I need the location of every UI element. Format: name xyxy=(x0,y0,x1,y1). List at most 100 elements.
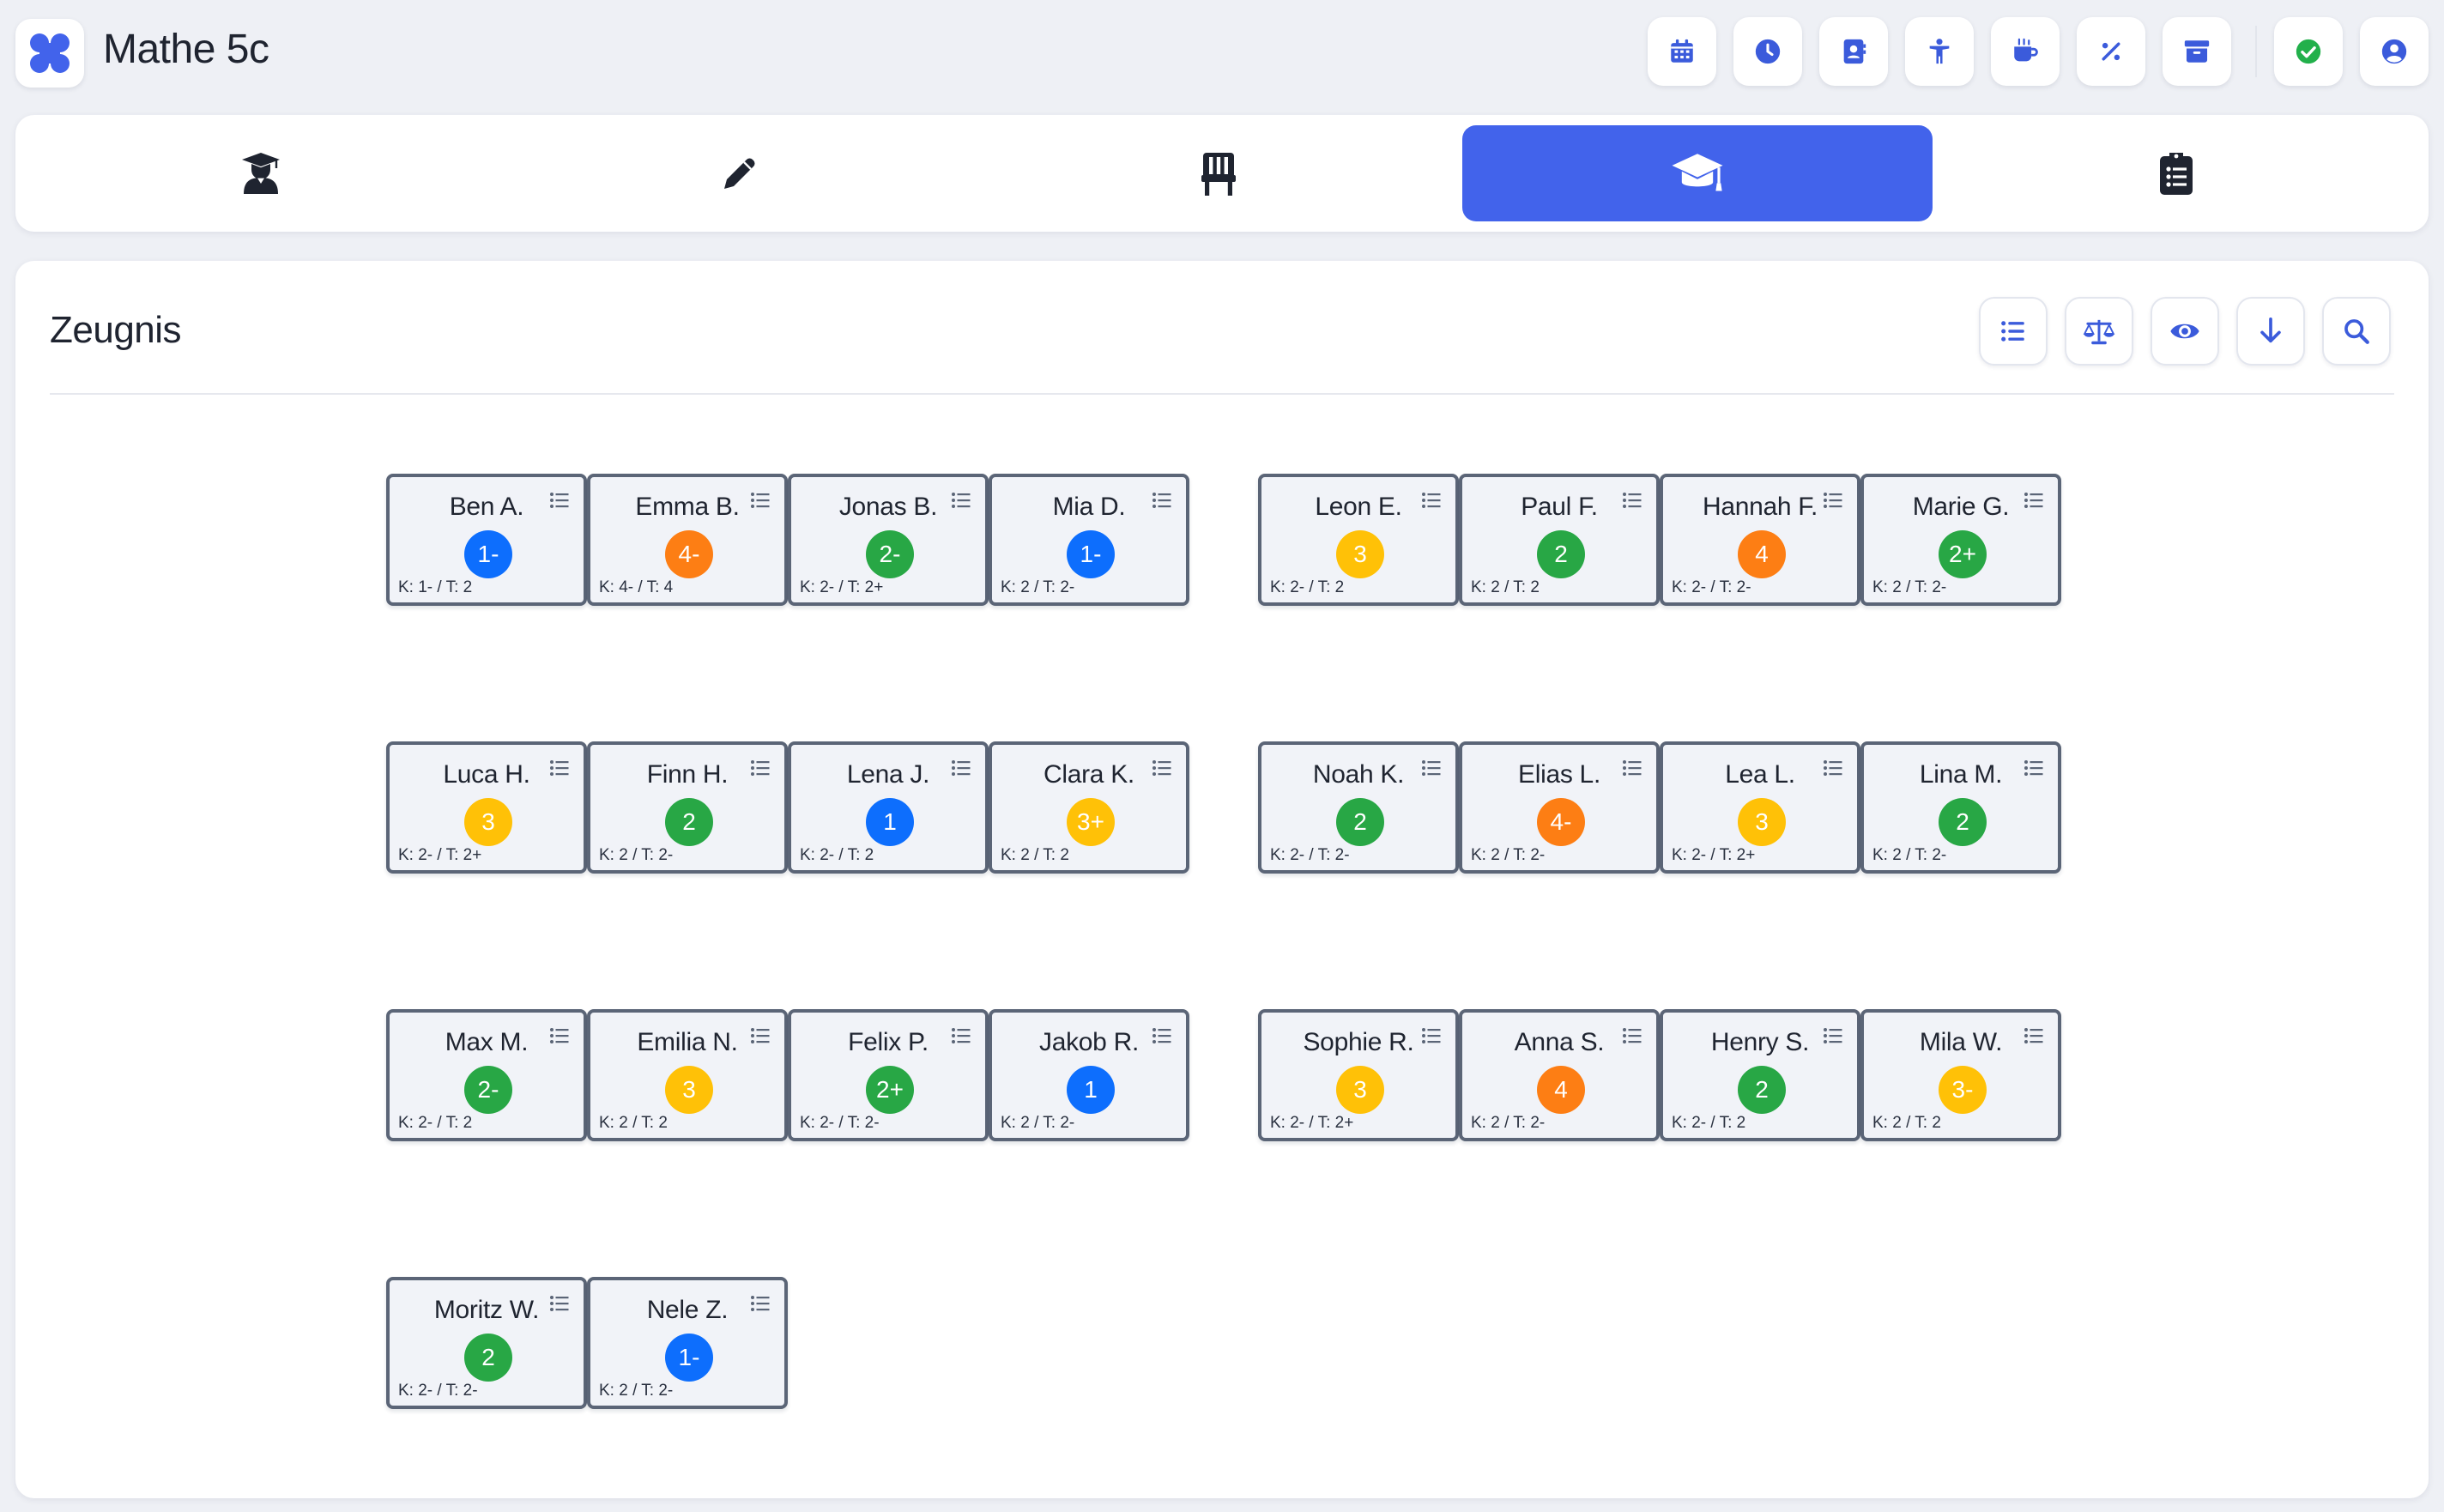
details-list-icon[interactable] xyxy=(951,759,971,777)
person-button[interactable] xyxy=(1905,17,1974,86)
student-seat-card[interactable]: Finn H. 2 K: 2 / T: 2- xyxy=(587,741,788,874)
grade-badge: 3 xyxy=(1336,530,1384,578)
details-list-icon[interactable] xyxy=(1622,491,1642,510)
grade-badge: 2 xyxy=(1738,1066,1786,1114)
details-list-icon[interactable] xyxy=(2024,759,2044,777)
details-list-icon[interactable] xyxy=(549,1026,570,1045)
search-button[interactable] xyxy=(2322,297,2391,366)
student-seat-card[interactable]: Marie G. 2+ K: 2 / T: 2- xyxy=(1860,474,2061,606)
user-account-icon xyxy=(2381,39,2407,64)
user-account-button[interactable] xyxy=(2360,17,2429,86)
grade-badge: 1- xyxy=(464,530,512,578)
weighting-button[interactable] xyxy=(2065,297,2133,366)
grade-badge: 1 xyxy=(866,798,914,846)
student-seat-card[interactable]: Elias L. 4- K: 2 / T: 2- xyxy=(1459,741,1660,874)
student-seat-card[interactable]: Paul F. 2 K: 2 / T: 2 xyxy=(1459,474,1660,606)
details-list-icon[interactable] xyxy=(750,1026,771,1045)
grade-breakdown: K: 2 / T: 2 xyxy=(1872,1114,1941,1132)
grade-badge: 4 xyxy=(1738,530,1786,578)
student-seat-card[interactable]: Nele Z. 1- K: 2 / T: 2- xyxy=(587,1277,788,1409)
student-seat-card[interactable]: Ben A. 1- K: 1- / T: 2 xyxy=(386,474,587,606)
clock-button[interactable] xyxy=(1733,17,1802,86)
student-seat-card[interactable]: Lina M. 2 K: 2 / T: 2- xyxy=(1860,741,2061,874)
details-list-icon[interactable] xyxy=(1823,1026,1843,1045)
download-arrow-icon xyxy=(2260,317,2281,343)
student-seat-card[interactable]: Hannah F. 4 K: 2- / T: 2- xyxy=(1660,474,1860,606)
student-seat-card[interactable]: Moritz W. 2 K: 2- / T: 2- xyxy=(386,1277,587,1409)
student-seat-card[interactable]: Emilia N. 3 K: 2 / T: 2 xyxy=(587,1009,788,1141)
details-list-icon[interactable] xyxy=(2024,1026,2044,1045)
grade-breakdown: K: 2 / T: 2 xyxy=(599,1114,668,1132)
student-seat-card[interactable]: Henry S. 2 K: 2- / T: 2 xyxy=(1660,1009,1860,1141)
student-seat-card[interactable]: Noah K. 2 K: 2- / T: 2- xyxy=(1258,741,1459,874)
list-view-button[interactable] xyxy=(1979,297,2048,366)
details-list-icon[interactable] xyxy=(951,1026,971,1045)
grade-breakdown: K: 2- / T: 2- xyxy=(1270,846,1350,864)
details-list-icon[interactable] xyxy=(1152,759,1172,777)
app-logo-icon[interactable] xyxy=(15,19,84,88)
details-list-icon[interactable] xyxy=(750,759,771,777)
grade-badge: 2 xyxy=(1537,530,1585,578)
student-seat-card[interactable]: Lea L. 3 K: 2- / T: 2+ xyxy=(1660,741,1860,874)
eye-icon xyxy=(2170,324,2199,339)
details-list-icon[interactable] xyxy=(750,491,771,510)
calendar-button[interactable] xyxy=(1648,17,1716,86)
student-seat-card[interactable]: Clara K. 3+ K: 2 / T: 2 xyxy=(989,741,1189,874)
check-status-icon xyxy=(2296,39,2321,64)
student-seat-card[interactable]: Sophie R. 3 K: 2- / T: 2+ xyxy=(1258,1009,1459,1141)
details-list-icon[interactable] xyxy=(1421,1026,1442,1045)
grade-badge: 4- xyxy=(665,530,713,578)
tab-edit[interactable] xyxy=(505,125,975,221)
student-seat-card[interactable]: Lena J. 1 K: 2- / T: 2 xyxy=(788,741,989,874)
coffee-button[interactable] xyxy=(1991,17,2060,86)
grade-breakdown: K: 2 / T: 2- xyxy=(1471,1114,1546,1132)
student-seat-card[interactable]: Max M. 2- K: 2- / T: 2 xyxy=(386,1009,587,1141)
tab-clipboard[interactable] xyxy=(1941,125,2411,221)
grade-breakdown: K: 2- / T: 2 xyxy=(800,846,874,864)
grade-badge: 3 xyxy=(464,798,512,846)
percent-button[interactable] xyxy=(2077,17,2145,86)
student-seat-card[interactable]: Emma B. 4- K: 4- / T: 4 xyxy=(587,474,788,606)
grade-badge: 2 xyxy=(464,1334,512,1382)
details-list-icon[interactable] xyxy=(549,1294,570,1313)
grade-breakdown: K: 2- / T: 2+ xyxy=(1672,846,1756,864)
details-list-icon[interactable] xyxy=(1823,491,1843,510)
details-list-icon[interactable] xyxy=(1421,759,1442,777)
student-seat-card[interactable]: Luca H. 3 K: 2- / T: 2+ xyxy=(386,741,587,874)
contacts-button[interactable] xyxy=(1819,17,1888,86)
details-list-icon[interactable] xyxy=(2024,491,2044,510)
archive-button[interactable] xyxy=(2163,17,2231,86)
tab-seating[interactable] xyxy=(983,125,1454,221)
details-list-icon[interactable] xyxy=(549,759,570,777)
student-seat-card[interactable]: Leon E. 3 K: 2- / T: 2 xyxy=(1258,474,1459,606)
details-list-icon[interactable] xyxy=(1622,759,1642,777)
details-list-icon[interactable] xyxy=(750,1294,771,1313)
grade-badge: 1- xyxy=(1067,530,1115,578)
details-list-icon[interactable] xyxy=(1421,491,1442,510)
details-list-icon[interactable] xyxy=(951,491,971,510)
student-seat-card[interactable]: Anna S. 4 K: 2 / T: 2- xyxy=(1459,1009,1660,1141)
grade-badge: 2 xyxy=(1939,798,1987,846)
download-button[interactable] xyxy=(2236,297,2305,366)
details-list-icon[interactable] xyxy=(1823,759,1843,777)
tab-students[interactable] xyxy=(26,125,496,221)
details-list-icon[interactable] xyxy=(1622,1026,1642,1045)
grade-breakdown: K: 4- / T: 4 xyxy=(599,578,674,596)
visibility-button[interactable] xyxy=(2151,297,2219,366)
toolbar-divider xyxy=(2255,26,2257,77)
grade-badge: 4- xyxy=(1537,798,1585,846)
view-tabs xyxy=(15,115,2429,232)
grade-breakdown: K: 2- / T: 2 xyxy=(1270,578,1345,596)
details-list-icon[interactable] xyxy=(1152,491,1172,510)
student-seat-card[interactable]: Mia D. 1- K: 2 / T: 2- xyxy=(989,474,1189,606)
clipboard-list-icon xyxy=(2160,153,2193,195)
student-seat-card[interactable]: Jakob R. 1 K: 2 / T: 2- xyxy=(989,1009,1189,1141)
student-seat-card[interactable]: Mila W. 3- K: 2 / T: 2 xyxy=(1860,1009,2061,1141)
details-list-icon[interactable] xyxy=(549,491,570,510)
details-list-icon[interactable] xyxy=(1152,1026,1172,1045)
student-seat-card[interactable]: Felix P. 2+ K: 2- / T: 2- xyxy=(788,1009,989,1141)
grade-badge: 2+ xyxy=(866,1066,914,1114)
status-check-button[interactable] xyxy=(2274,17,2343,86)
tab-report-card[interactable] xyxy=(1462,125,1933,221)
student-seat-card[interactable]: Jonas B. 2- K: 2- / T: 2+ xyxy=(788,474,989,606)
